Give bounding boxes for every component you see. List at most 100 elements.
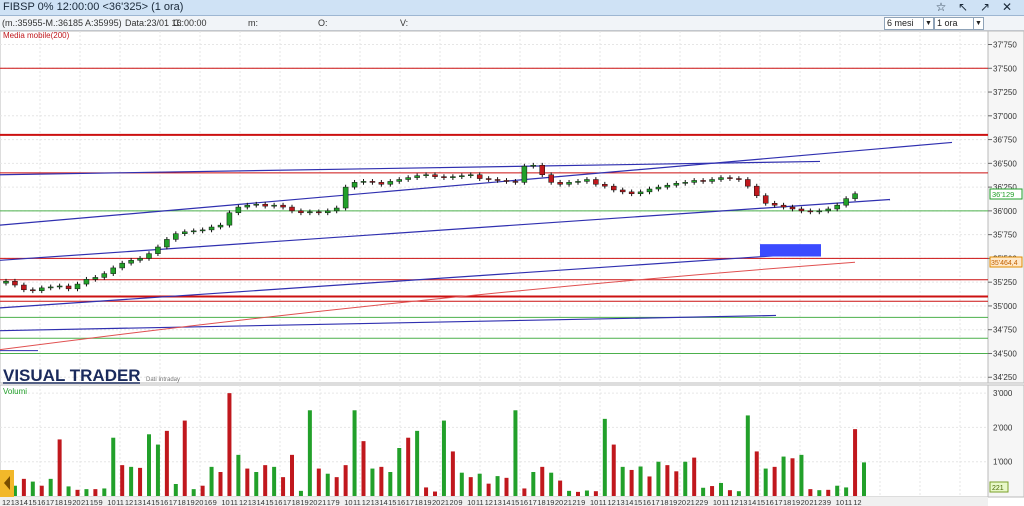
volume-bar: [513, 410, 518, 496]
volume-bar: [790, 458, 795, 496]
volume-bar: [576, 491, 580, 496]
time-tick-label: 20: [432, 498, 440, 506]
volume-bar: [102, 488, 107, 496]
volume-bar: [656, 461, 661, 496]
candle-body: [673, 183, 680, 186]
time-tick-label: 15: [388, 498, 396, 506]
time-tick-label: 11: [844, 498, 852, 506]
volume-bar: [835, 485, 840, 496]
volume-bar: [209, 466, 214, 496]
candle-body: [512, 181, 519, 183]
volume-bar: [307, 410, 312, 496]
price-tick-label: 36'000: [993, 207, 1017, 216]
time-tick-label: 12: [2, 498, 10, 506]
volume-bar: [433, 491, 437, 496]
candle-body: [789, 206, 796, 210]
candle-body: [494, 179, 501, 181]
volume-bar: [120, 465, 125, 496]
candle-body: [3, 280, 9, 284]
volume-label: Volumi: [3, 387, 27, 396]
candle-body: [190, 230, 197, 233]
volume-bar: [584, 490, 589, 496]
candle-body: [244, 204, 251, 208]
time-tick-label: 12: [362, 498, 370, 506]
volume-bar: [719, 482, 723, 496]
candle-body: [450, 176, 456, 178]
volume-bar: [316, 468, 321, 496]
candle-body: [468, 174, 474, 177]
volume-bar: [495, 476, 500, 496]
candle-body: [137, 258, 143, 261]
volume-bar: [75, 489, 80, 496]
time-tick-label: 17: [651, 498, 659, 506]
price-tick-label: 36'750: [993, 136, 1017, 145]
candle-body: [709, 179, 715, 182]
volume-bar: [710, 486, 715, 496]
volume-bar: [182, 420, 187, 496]
volume-tick-label: 2'000: [993, 423, 1013, 432]
volume-bar: [245, 468, 250, 496]
time-tick-label: 21: [564, 498, 572, 506]
volume-bar: [853, 429, 858, 496]
volume-bar: [450, 451, 455, 496]
volume-bar: [844, 487, 849, 496]
candle-body: [146, 253, 152, 259]
time-tick-label: 11: [353, 498, 361, 506]
time-tick-label: 13: [134, 498, 142, 506]
volume-bar: [290, 454, 294, 496]
volume-bar: [173, 484, 178, 496]
time-tick-label: 16: [765, 498, 773, 506]
volume-bar: [558, 480, 563, 496]
volume-bar: [692, 457, 697, 496]
time-tick-label: 18: [537, 498, 545, 506]
time-tick-label: 11: [722, 498, 730, 506]
time-tick-label: 15: [151, 498, 159, 506]
volume-bar: [468, 477, 473, 496]
time-tick-label: 10: [836, 498, 844, 506]
candle-body: [664, 184, 671, 188]
volume-bar: [370, 468, 375, 496]
time-tick-label: 18: [178, 498, 186, 506]
volume-bar: [93, 489, 98, 496]
time-tick-label: 16: [643, 498, 651, 506]
time-tick-label: 16: [160, 498, 168, 506]
volume-bar: [567, 490, 572, 496]
time-tick-label: 11: [230, 498, 238, 506]
volume-bar: [334, 477, 339, 496]
volume-bar: [48, 478, 53, 496]
volume-tick-label: 3'000: [993, 389, 1013, 398]
time-tick-label: 13: [616, 498, 624, 506]
volume-bar: [486, 483, 491, 496]
time-tick-label: 22: [695, 498, 703, 506]
candle-body: [289, 206, 295, 212]
time-tick-label: 13: [248, 498, 256, 506]
volume-bar: [379, 466, 384, 496]
chart-canvas[interactable]: 37'75037'50037'25037'00036'75036'50036'2…: [0, 0, 1024, 506]
time-tick-label: 10: [221, 498, 229, 506]
candle-body: [208, 226, 215, 231]
price-tick-label: 37'500: [993, 64, 1017, 73]
candle-body: [12, 280, 18, 286]
time-tick-label: 21: [318, 498, 326, 506]
candle-body: [369, 181, 376, 183]
time-tick-label: 17: [529, 498, 537, 506]
candle-body: [164, 239, 170, 248]
volume-bar: [138, 467, 143, 496]
time-tick-label: 10: [713, 498, 721, 506]
candle-body: [280, 204, 286, 208]
volume-bar: [39, 485, 44, 496]
candle-body: [155, 246, 161, 254]
time-tick-label: 9: [458, 498, 462, 506]
time-tick-label: 14: [379, 498, 387, 506]
candle-body: [718, 177, 724, 180]
candle-body: [700, 180, 706, 182]
candle-body: [557, 182, 563, 185]
candle-body: [83, 279, 90, 285]
candle-body: [762, 195, 769, 204]
candle-body: [441, 176, 447, 178]
volume-bar: [611, 444, 616, 496]
time-tick-label: 19: [423, 498, 431, 506]
candle-body: [342, 186, 349, 209]
candle-body: [316, 211, 322, 214]
time-tick-label: 13: [371, 498, 379, 506]
